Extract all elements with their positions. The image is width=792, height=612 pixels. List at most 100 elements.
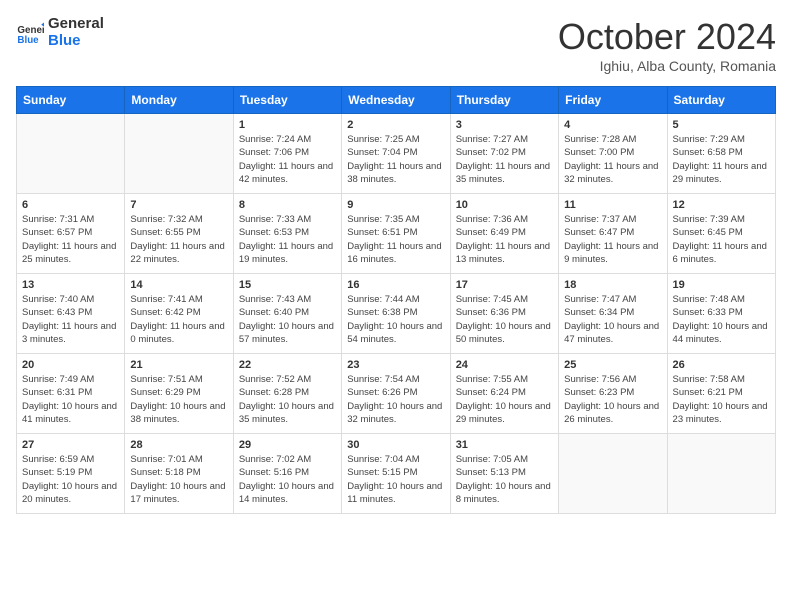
calendar-cell: 10 Sunrise: 7:36 AM Sunset: 6:49 PM Dayli… [450,194,558,274]
calendar-cell: 2 Sunrise: 7:25 AM Sunset: 7:04 PM Daylig… [342,114,450,194]
day-info: Sunrise: 7:31 AM Sunset: 6:57 PM Dayligh… [22,213,119,266]
logo: General Blue General Blue [16,16,104,49]
day-info: Sunrise: 6:59 AM Sunset: 5:19 PM Dayligh… [22,453,119,506]
day-number: 22 [239,359,336,371]
day-info: Sunrise: 7:56 AM Sunset: 6:23 PM Dayligh… [564,373,661,426]
logo-icon: General Blue [16,19,44,47]
day-number: 10 [456,199,553,211]
day-info: Sunrise: 7:36 AM Sunset: 6:49 PM Dayligh… [456,213,553,266]
calendar-table: SundayMondayTuesdayWednesdayThursdayFrid… [16,86,776,514]
calendar-cell: 23 Sunrise: 7:54 AM Sunset: 6:26 PM Dayli… [342,354,450,434]
calendar-cell: 3Sunrise: 7:27 AM Sunset: 7:02 PM Daylig… [450,114,558,194]
day-info: Sunrise: 7:39 AM Sunset: 6:45 PM Dayligh… [673,213,770,266]
calendar-cell: 12 Sunrise: 7:39 AM Sunset: 6:45 PM Dayli… [667,194,775,274]
day-number: 29 [239,439,336,451]
day-info: Sunrise: 7:28 AM Sunset: 7:00 PM Dayligh… [564,133,661,186]
day-info: Sunrise: 7:55 AM Sunset: 6:24 PM Dayligh… [456,373,553,426]
day-number: 17 [456,279,553,291]
day-number: 9 [347,199,444,211]
day-info: Sunrise: 7:48 AM Sunset: 6:33 PM Dayligh… [673,293,770,346]
day-number: 26 [673,359,770,371]
day-number: 12 [673,199,770,211]
calendar-cell: 30 Sunrise: 7:04 AM Sunset: 5:15 PM Dayli… [342,434,450,514]
day-number: 4 [564,119,661,131]
calendar-cell [125,114,233,194]
calendar-cell: 27 Sunrise: 6:59 AM Sunset: 5:19 PM Dayli… [17,434,125,514]
calendar-cell: 21 Sunrise: 7:51 AM Sunset: 6:29 PM Dayli… [125,354,233,434]
day-info: Sunrise: 7:35 AM Sunset: 6:51 PM Dayligh… [347,213,444,266]
day-number: 30 [347,439,444,451]
day-number: 21 [130,359,227,371]
day-number: 28 [130,439,227,451]
calendar-cell: 28 Sunrise: 7:01 AM Sunset: 5:18 PM Dayli… [125,434,233,514]
day-info: Sunrise: 7:54 AM Sunset: 6:26 PM Dayligh… [347,373,444,426]
calendar-week-row: 1Sunrise: 7:24 AM Sunset: 7:06 PM Daylig… [17,114,776,194]
calendar-subtitle: Ighiu, Alba County, Romania [558,58,776,74]
calendar-week-row: 20 Sunrise: 7:49 AM Sunset: 6:31 PM Dayli… [17,354,776,434]
day-info: Sunrise: 7:27 AM Sunset: 7:02 PM Dayligh… [456,133,553,186]
day-info: Sunrise: 7:32 AM Sunset: 6:55 PM Dayligh… [130,213,227,266]
calendar-body: 1Sunrise: 7:24 AM Sunset: 7:06 PM Daylig… [17,114,776,514]
calendar-cell: 4 Sunrise: 7:28 AM Sunset: 7:00 PM Daylig… [559,114,667,194]
day-info: Sunrise: 7:41 AM Sunset: 6:42 PM Dayligh… [130,293,227,346]
calendar-cell: 5Sunrise: 7:29 AM Sunset: 6:58 PM Daylig… [667,114,775,194]
day-number: 5 [673,119,770,131]
calendar-cell: 22Sunrise: 7:52 AM Sunset: 6:28 PM Dayli… [233,354,341,434]
day-number: 23 [347,359,444,371]
calendar-cell: 26 Sunrise: 7:58 AM Sunset: 6:21 PM Dayli… [667,354,775,434]
day-number: 6 [22,199,119,211]
calendar-cell: 24 Sunrise: 7:55 AM Sunset: 6:24 PM Dayli… [450,354,558,434]
day-info: Sunrise: 7:44 AM Sunset: 6:38 PM Dayligh… [347,293,444,346]
weekday-header-tuesday: Tuesday [233,87,341,114]
day-number: 19 [673,279,770,291]
day-info: Sunrise: 7:25 AM Sunset: 7:04 PM Dayligh… [347,133,444,186]
day-number: 31 [456,439,553,451]
day-info: Sunrise: 7:24 AM Sunset: 7:06 PM Dayligh… [239,133,336,186]
day-info: Sunrise: 7:04 AM Sunset: 5:15 PM Dayligh… [347,453,444,506]
weekday-header-row: SundayMondayTuesdayWednesdayThursdayFrid… [17,87,776,114]
calendar-cell [559,434,667,514]
day-info: Sunrise: 7:05 AM Sunset: 5:13 PM Dayligh… [456,453,553,506]
weekday-header-saturday: Saturday [667,87,775,114]
calendar-cell: 16Sunrise: 7:44 AM Sunset: 6:38 PM Dayli… [342,274,450,354]
day-number: 24 [456,359,553,371]
calendar-cell: 19 Sunrise: 7:48 AM Sunset: 6:33 PM Dayli… [667,274,775,354]
calendar-week-row: 6 Sunrise: 7:31 AM Sunset: 6:57 PM Daylig… [17,194,776,274]
day-number: 8 [239,199,336,211]
day-number: 7 [130,199,227,211]
day-number: 13 [22,279,119,291]
calendar-cell: 14Sunrise: 7:41 AM Sunset: 6:42 PM Dayli… [125,274,233,354]
calendar-week-row: 13 Sunrise: 7:40 AM Sunset: 6:43 PM Dayli… [17,274,776,354]
calendar-cell: 20 Sunrise: 7:49 AM Sunset: 6:31 PM Dayli… [17,354,125,434]
day-info: Sunrise: 7:01 AM Sunset: 5:18 PM Dayligh… [130,453,227,506]
calendar-cell: 17Sunrise: 7:45 AM Sunset: 6:36 PM Dayli… [450,274,558,354]
day-info: Sunrise: 7:49 AM Sunset: 6:31 PM Dayligh… [22,373,119,426]
day-info: Sunrise: 7:58 AM Sunset: 6:21 PM Dayligh… [673,373,770,426]
calendar-cell: 13 Sunrise: 7:40 AM Sunset: 6:43 PM Dayli… [17,274,125,354]
day-number: 20 [22,359,119,371]
calendar-week-row: 27 Sunrise: 6:59 AM Sunset: 5:19 PM Dayli… [17,434,776,514]
calendar-cell: 29Sunrise: 7:02 AM Sunset: 5:16 PM Dayli… [233,434,341,514]
day-info: Sunrise: 7:43 AM Sunset: 6:40 PM Dayligh… [239,293,336,346]
weekday-header-friday: Friday [559,87,667,114]
day-number: 18 [564,279,661,291]
day-info: Sunrise: 7:51 AM Sunset: 6:29 PM Dayligh… [130,373,227,426]
calendar-cell [667,434,775,514]
calendar-cell: 1Sunrise: 7:24 AM Sunset: 7:06 PM Daylig… [233,114,341,194]
weekday-header-monday: Monday [125,87,233,114]
calendar-header: SundayMondayTuesdayWednesdayThursdayFrid… [17,87,776,114]
day-number: 11 [564,199,661,211]
calendar-title: October 2024 [558,16,776,58]
title-section: October 2024 Ighiu, Alba County, Romania [558,16,776,74]
calendar-cell: 25 Sunrise: 7:56 AM Sunset: 6:23 PM Dayli… [559,354,667,434]
day-number: 27 [22,439,119,451]
day-number: 25 [564,359,661,371]
calendar-cell: 15Sunrise: 7:43 AM Sunset: 6:40 PM Dayli… [233,274,341,354]
weekday-header-wednesday: Wednesday [342,87,450,114]
day-info: Sunrise: 7:47 AM Sunset: 6:34 PM Dayligh… [564,293,661,346]
day-info: Sunrise: 7:40 AM Sunset: 6:43 PM Dayligh… [22,293,119,346]
weekday-header-sunday: Sunday [17,87,125,114]
day-number: 2 [347,119,444,131]
calendar-cell: 18 Sunrise: 7:47 AM Sunset: 6:34 PM Dayli… [559,274,667,354]
calendar-cell: 6 Sunrise: 7:31 AM Sunset: 6:57 PM Daylig… [17,194,125,274]
